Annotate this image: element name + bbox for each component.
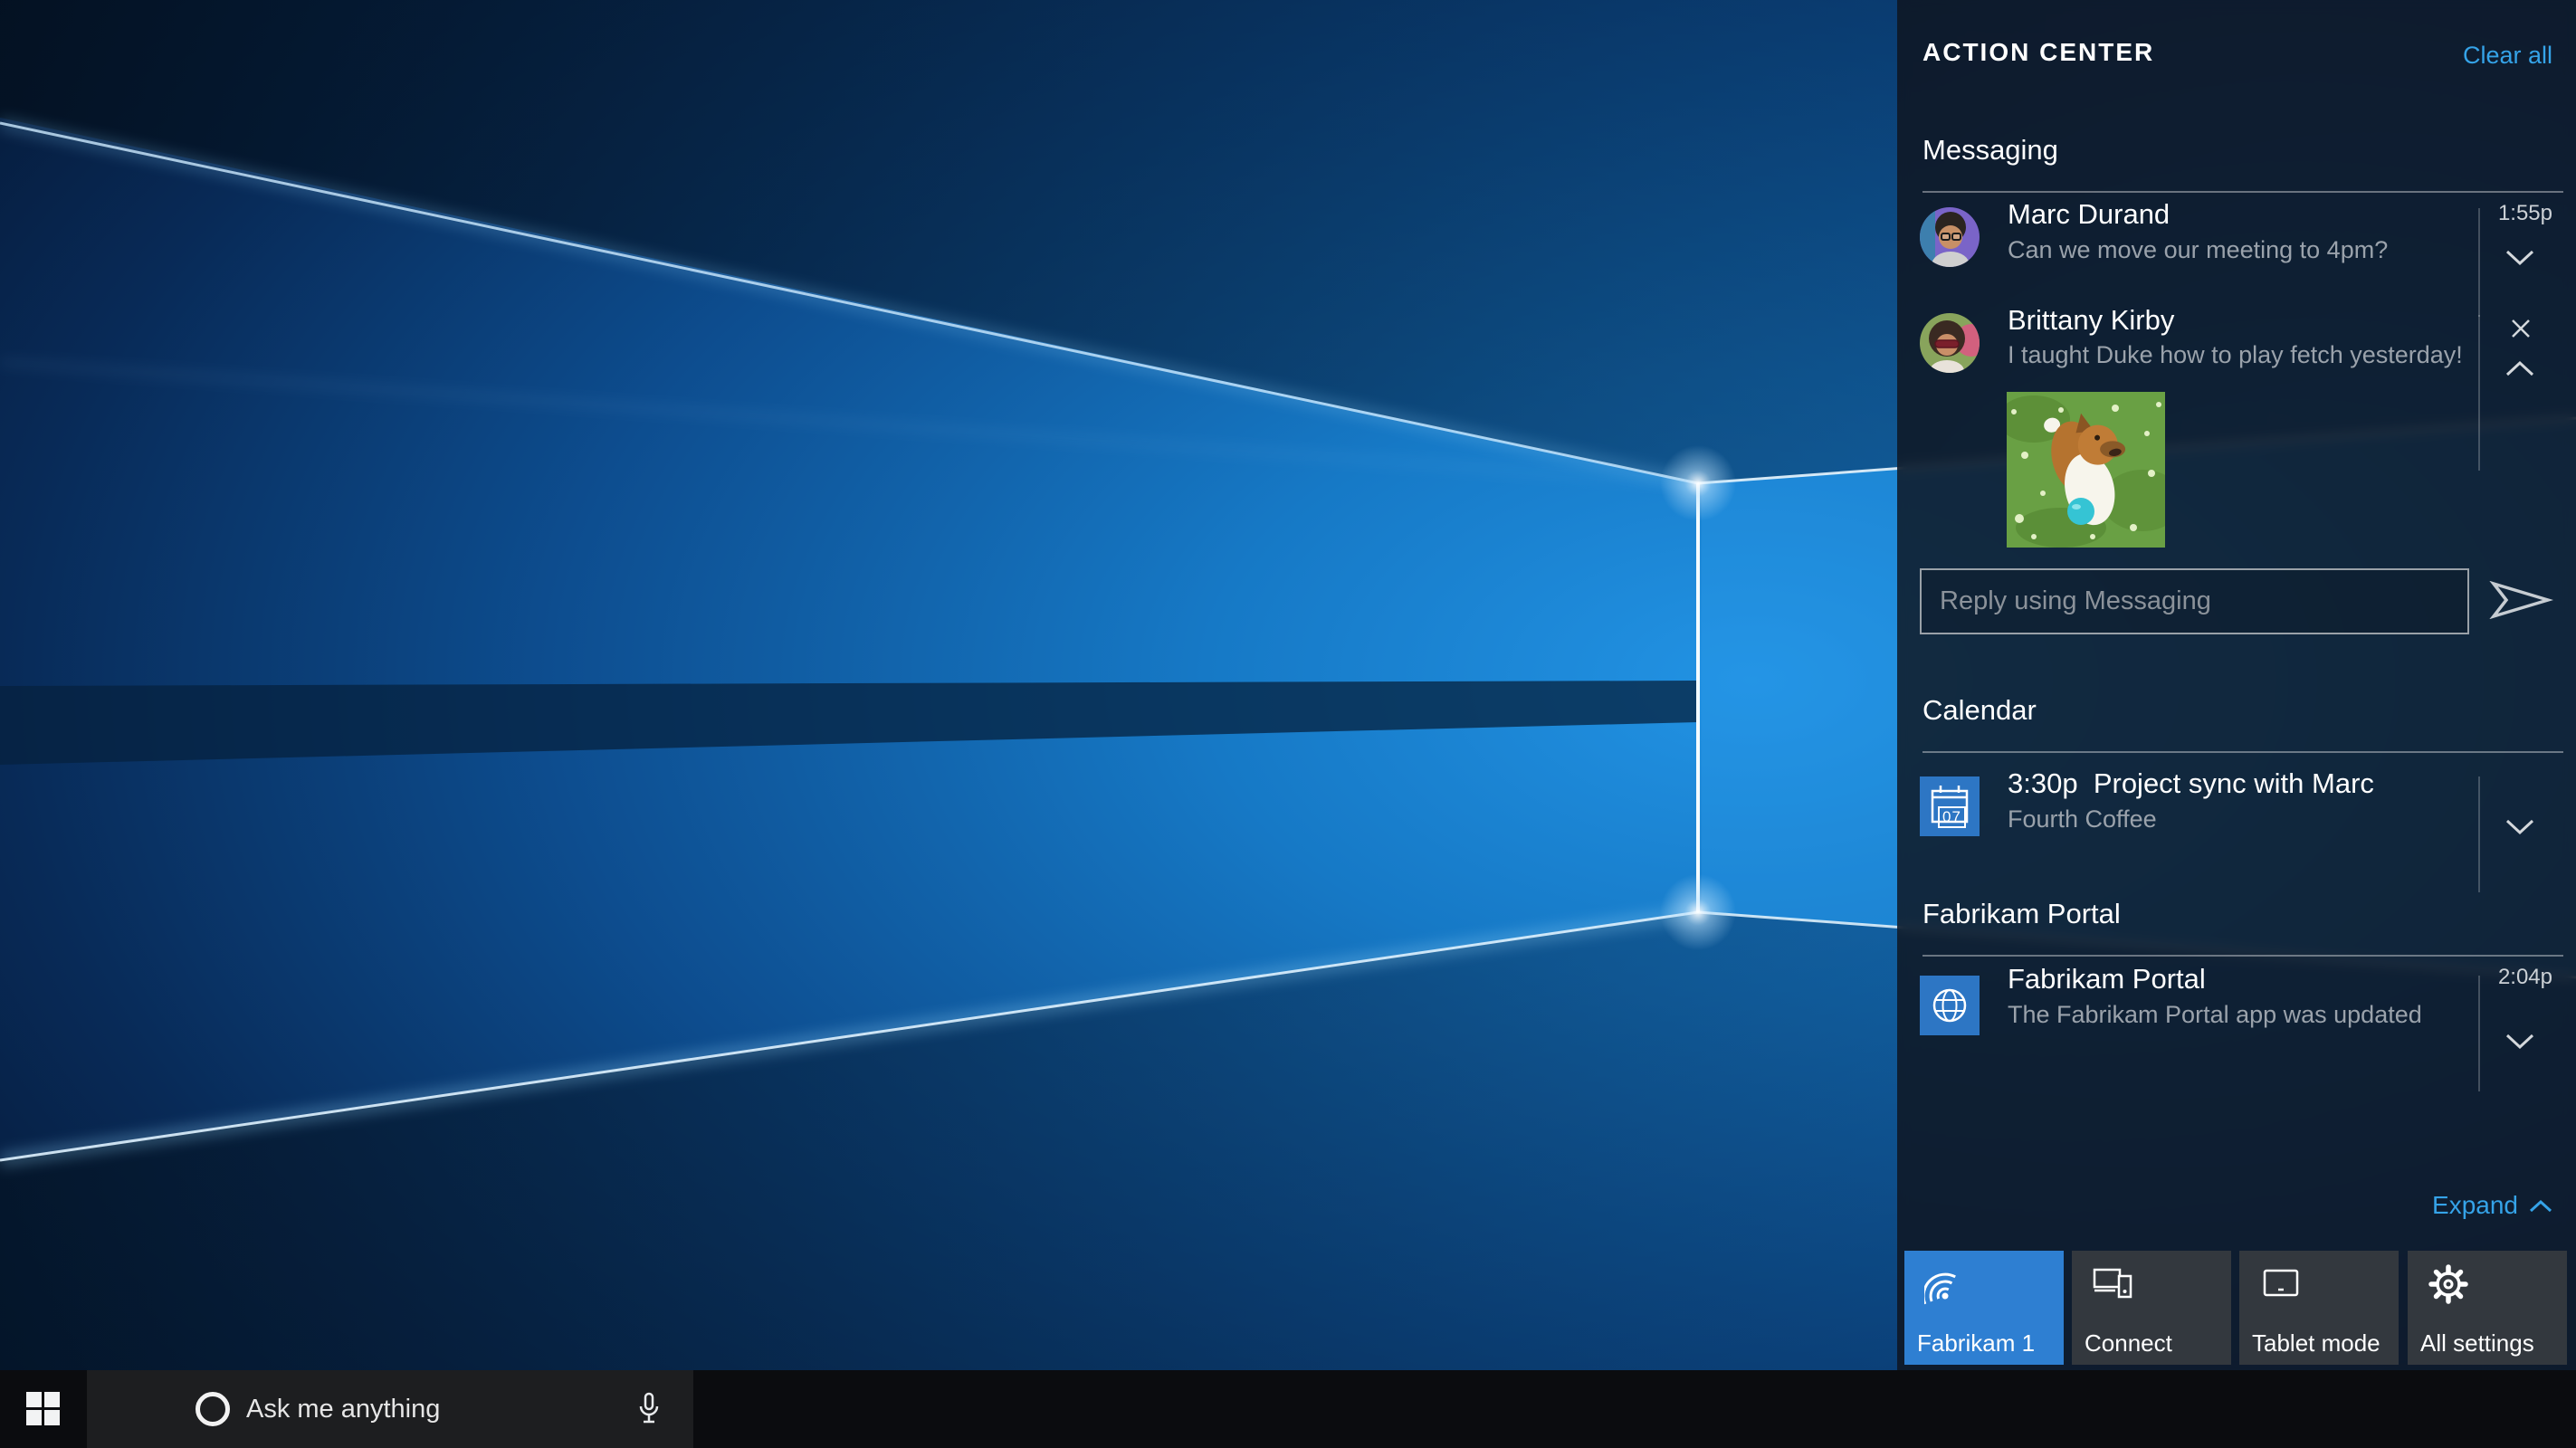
chevron-down-icon[interactable] bbox=[2505, 250, 2534, 266]
event-title: 3:30p Project sync with Marc bbox=[2008, 767, 2374, 800]
message-photo-dog bbox=[2007, 392, 2165, 548]
notification-time: 2:04p bbox=[2498, 965, 2552, 990]
section-divider bbox=[1922, 955, 2563, 957]
avatar bbox=[1920, 313, 1980, 373]
avatar bbox=[1920, 207, 1980, 267]
expand-link[interactable]: Expand bbox=[2432, 1191, 2552, 1220]
tablet-icon bbox=[2259, 1263, 2303, 1305]
gear-icon bbox=[2428, 1263, 2469, 1305]
start-button[interactable] bbox=[0, 1370, 87, 1448]
clear-all-link[interactable]: Clear all bbox=[2463, 42, 2552, 70]
taskbar: Ask me anything e bbox=[0, 1370, 2576, 1448]
divider bbox=[2478, 208, 2480, 317]
notification-title: Fabrikam Portal bbox=[2008, 963, 2206, 996]
notification-message: I taught Duke how to play fetch yesterda… bbox=[2008, 341, 2463, 369]
cortana-icon bbox=[196, 1392, 230, 1426]
search-placeholder-text: Ask me anything bbox=[246, 1370, 440, 1448]
divider bbox=[2478, 315, 2480, 471]
section-label-messaging: Messaging bbox=[1922, 134, 2058, 167]
divider bbox=[2478, 976, 2480, 1091]
chevron-up-icon bbox=[2529, 1199, 2552, 1213]
close-icon[interactable] bbox=[2509, 317, 2533, 340]
send-icon[interactable] bbox=[2488, 581, 2553, 619]
action-center-title: ACTION CENTER bbox=[1922, 38, 2154, 67]
quick-action-connect[interactable]: Connect bbox=[2072, 1251, 2231, 1365]
windows-logo-icon bbox=[26, 1392, 61, 1426]
chevron-down-icon[interactable] bbox=[2505, 819, 2534, 835]
microphone-icon[interactable] bbox=[636, 1391, 662, 1429]
notification-time: 1:55p bbox=[2498, 201, 2552, 226]
globe-app-icon bbox=[1920, 976, 1980, 1035]
notification-sender: Brittany Kirby bbox=[2008, 304, 2174, 337]
event-location: Fourth Coffee bbox=[2008, 805, 2157, 834]
chevron-up-icon[interactable] bbox=[2505, 360, 2534, 376]
quick-action-tablet-mode[interactable]: Tablet mode bbox=[2239, 1251, 2399, 1365]
section-label-fabrikam: Fabrikam Portal bbox=[1922, 898, 2121, 930]
notification-sender: Marc Durand bbox=[2008, 198, 2170, 231]
chevron-down-icon[interactable] bbox=[2505, 1034, 2534, 1050]
section-divider bbox=[1922, 191, 2563, 193]
calendar-day-label: 07 bbox=[1938, 806, 1966, 828]
search-box[interactable]: Ask me anything bbox=[87, 1370, 693, 1448]
notification-message: The Fabrikam Portal app was updated bbox=[2008, 1001, 2422, 1029]
wifi-icon bbox=[1924, 1263, 1966, 1305]
calendar-app-icon: 07 bbox=[1920, 776, 1980, 836]
action-center-panel: ACTION CENTER Clear all Messaging Marc D… bbox=[1897, 0, 2576, 1370]
section-divider bbox=[1922, 751, 2563, 753]
reply-input[interactable] bbox=[1920, 568, 2469, 634]
divider bbox=[2478, 776, 2480, 892]
section-label-calendar: Calendar bbox=[1922, 694, 2037, 727]
quick-action-all-settings[interactable]: All settings bbox=[2408, 1251, 2567, 1365]
desktop: ACTION CENTER Clear all Messaging Marc D… bbox=[0, 0, 2576, 1448]
connect-icon bbox=[2092, 1263, 2135, 1305]
quick-action-wifi[interactable]: Fabrikam 1 bbox=[1904, 1251, 2064, 1365]
notification-message: Can we move our meeting to 4pm? bbox=[2008, 236, 2388, 264]
